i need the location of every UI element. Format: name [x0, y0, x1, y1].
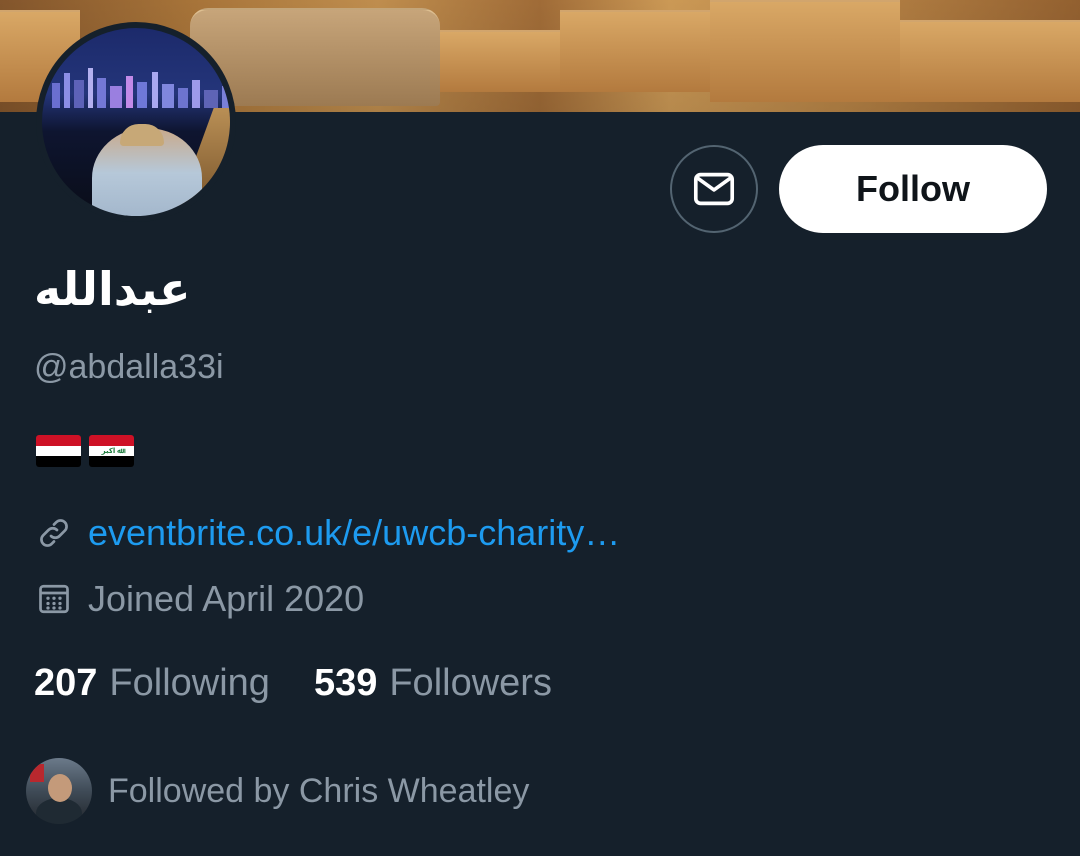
following-label: Following: [109, 662, 270, 704]
link-icon: [34, 513, 74, 553]
avatar-background-sign: [30, 764, 44, 782]
profile-avatar[interactable]: [36, 22, 236, 222]
iraq-flag: ﷲ اكبر: [89, 435, 134, 467]
follow-stats: 207 Following 539 Followers: [34, 662, 552, 705]
followers-count: 539: [313, 662, 378, 704]
display-name: عبدالله: [34, 262, 191, 316]
avatar-face: [48, 774, 72, 802]
joined-date: Joined April 2020: [88, 578, 365, 619]
follow-button[interactable]: Follow: [779, 145, 1047, 233]
avatar-city-skyline: [52, 68, 230, 108]
mail-icon: [693, 172, 735, 206]
follower-avatar: [26, 758, 92, 824]
bio-flags: ﷲ اكبر: [36, 435, 134, 467]
following-link[interactable]: 207 Following: [34, 662, 270, 705]
followers-label: Followers: [389, 662, 552, 704]
website-row: eventbrite.co.uk/e/uwcb-charity…: [34, 512, 620, 554]
user-handle: @abdalla33i: [34, 348, 224, 386]
website-link[interactable]: eventbrite.co.uk/e/uwcb-charity…: [88, 512, 620, 554]
yemen-flag: [36, 435, 81, 467]
message-button[interactable]: [670, 145, 758, 233]
followed-by-text: Followed by Chris Wheatley: [108, 771, 530, 810]
joined-row: Joined April 2020: [34, 578, 364, 620]
followed-by-row[interactable]: Followed by Chris Wheatley: [26, 758, 529, 824]
avatar-cap: [120, 124, 164, 146]
following-count: 207: [34, 662, 98, 704]
followers-link[interactable]: 539 Followers: [314, 662, 552, 705]
calendar-icon: [34, 579, 74, 619]
